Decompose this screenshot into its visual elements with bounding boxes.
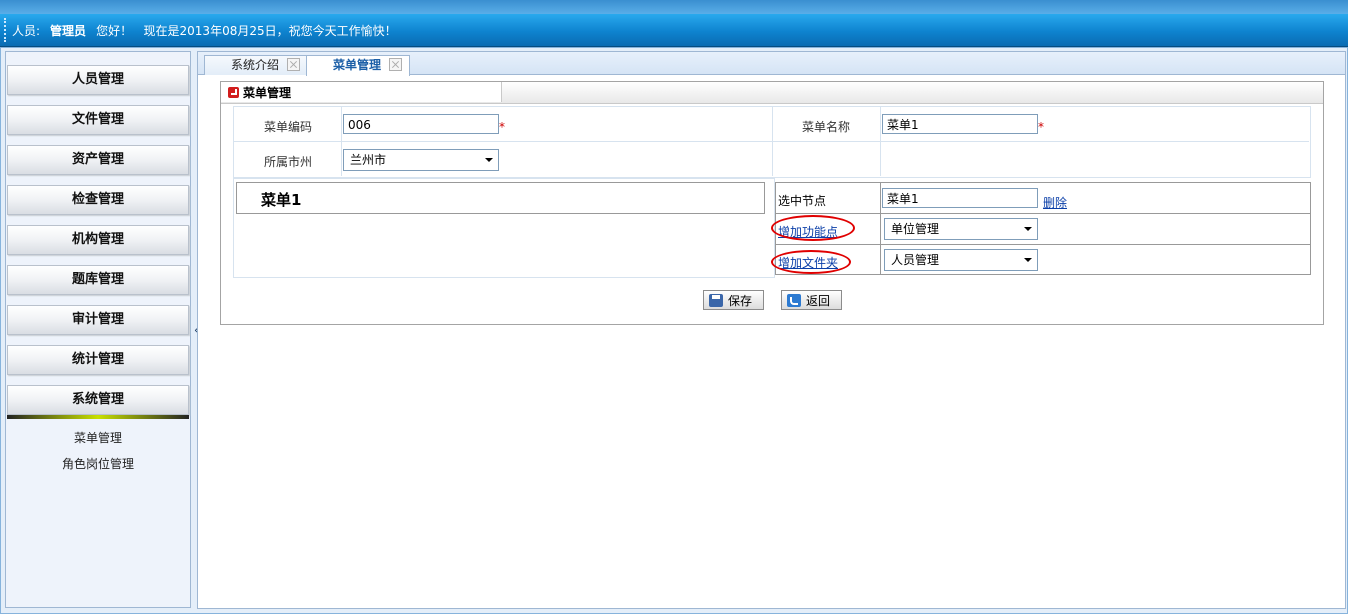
sidebar-item-personnel[interactable]: 人员管理: [7, 65, 189, 95]
greeting-text: 您好！: [96, 24, 133, 38]
selected-node-label: 选中节点: [778, 194, 827, 208]
sidebar-item-statistics[interactable]: 统计管理: [7, 345, 189, 375]
required-mark: *: [1038, 120, 1044, 134]
add-folder-link[interactable]: 增加文件夹: [778, 254, 838, 271]
save-button-label: 保存: [728, 294, 753, 308]
save-button[interactable]: 保存: [703, 290, 764, 310]
required-mark: *: [499, 120, 505, 134]
add-function-link[interactable]: 增加功能点: [778, 223, 838, 240]
chevron-down-icon: [485, 158, 493, 162]
user-label: 人员:: [12, 24, 41, 38]
menu-code-label: 菜单编码: [264, 120, 313, 134]
tree-root-label: 菜单1: [261, 191, 302, 209]
content-panel: 菜单管理 菜单编码 006 * 菜单名称 菜单1 * 所属市州 兰州市 菜单1 …: [220, 81, 1324, 325]
app-frame: 人员管理 文件管理 资产管理 检查管理 机构管理 题库管理 审计管理 统计管理 …: [0, 47, 1348, 614]
menu-name-input[interactable]: 菜单1: [882, 114, 1038, 134]
tab-label: 系统介绍: [231, 58, 280, 72]
selected-node-input[interactable]: 菜单1: [882, 188, 1038, 208]
sidebar-item-files[interactable]: 文件管理: [7, 105, 189, 135]
sidebar: 人员管理 文件管理 资产管理 检查管理 机构管理 题库管理 审计管理 统计管理 …: [5, 51, 191, 608]
sidebar-subitem-role-management[interactable]: 角色岗位管理: [6, 455, 190, 472]
node-table-divider: [880, 182, 881, 275]
header-dots: [4, 18, 8, 42]
user-name: 管理员: [50, 24, 87, 38]
close-icon[interactable]: [287, 58, 301, 71]
header-bar: 人员: 管理员 您好！ 现在是2013年08月25日，祝您今天工作愉快！: [0, 14, 1348, 47]
folder-select-value: 人员管理: [891, 253, 940, 267]
form-grid-divider: [341, 141, 342, 176]
chevron-down-icon: [1024, 258, 1032, 262]
city-select[interactable]: 兰州市: [343, 149, 499, 171]
header-greeting: 人员: 管理员 您好！ 现在是2013年08月25日，祝您今天工作愉快！: [12, 22, 397, 39]
sidebar-item-question-bank[interactable]: 题库管理: [7, 265, 189, 295]
panel-title-text: 菜单管理: [243, 86, 292, 100]
save-icon: [709, 294, 723, 307]
tab-label: 菜单管理: [333, 58, 382, 72]
top-strip: [0, 0, 1348, 14]
delete-link[interactable]: 删除: [1043, 194, 1067, 211]
main-panel: 系统介绍 菜单管理 菜单管理 菜单编码 006 * 菜单名称 菜单1 * 所属市…: [197, 51, 1346, 609]
function-select[interactable]: 单位管理: [884, 218, 1038, 240]
sidebar-item-inspection[interactable]: 检查管理: [7, 185, 189, 215]
sidebar-item-assets[interactable]: 资产管理: [7, 145, 189, 175]
function-select-value: 单位管理: [891, 222, 940, 236]
node-table-divider: [775, 244, 1310, 245]
sidebar-subitem-menu-management[interactable]: 菜单管理: [6, 429, 190, 446]
tab-bar: 系统介绍 菜单管理: [198, 52, 1345, 76]
sidebar-item-system[interactable]: 系统管理: [7, 385, 189, 415]
sidebar-item-organization[interactable]: 机构管理: [7, 225, 189, 255]
folder-select[interactable]: 人员管理: [884, 249, 1038, 271]
node-table-divider: [775, 213, 1310, 214]
chevron-down-icon: [1024, 227, 1032, 231]
tab-system-intro[interactable]: 系统介绍: [204, 55, 308, 75]
sidebar-item-audit[interactable]: 审计管理: [7, 305, 189, 335]
city-select-value: 兰州市: [350, 153, 387, 167]
menu-name-label: 菜单名称: [802, 120, 851, 134]
form-grid-divider: [772, 106, 773, 176]
menu-code-input[interactable]: 006: [343, 114, 499, 134]
tab-menu-management[interactable]: 菜单管理: [306, 55, 410, 76]
arrow-icon: [228, 87, 239, 98]
back-button-label: 返回: [806, 294, 831, 308]
form-grid-divider: [233, 141, 1309, 142]
back-icon: [787, 294, 801, 307]
close-icon[interactable]: [389, 58, 403, 71]
tree-root-node[interactable]: 菜单1: [236, 182, 765, 214]
city-label: 所属市州: [264, 155, 313, 169]
panel-title: 菜单管理: [221, 82, 502, 102]
form-grid-divider: [880, 106, 881, 176]
panel-title-bar: 菜单管理: [221, 82, 1323, 104]
date-text: 现在是2013年08月25日，祝您今天工作愉快！: [143, 24, 397, 38]
active-section-indicator: [7, 415, 189, 419]
back-button[interactable]: 返回: [781, 290, 842, 310]
